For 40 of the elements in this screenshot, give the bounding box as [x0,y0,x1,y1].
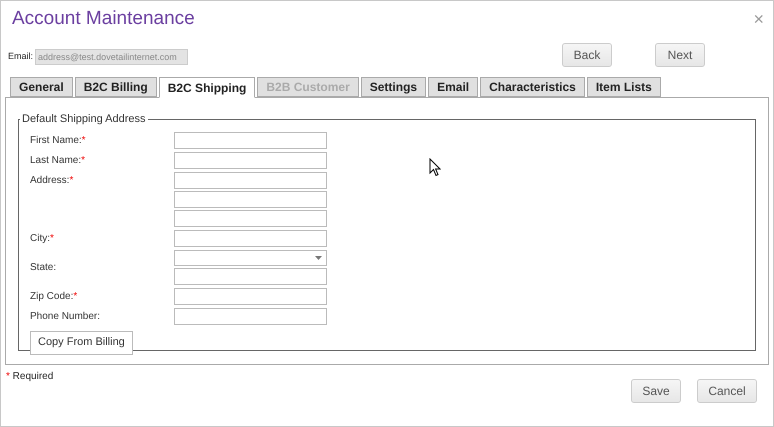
field-label: Address: [30,174,70,188]
tab[interactable]: B2C Shipping [158,77,256,98]
field-label: First Name: [30,134,82,148]
input-field[interactable] [174,288,327,304]
input-field[interactable] [174,308,327,324]
save-button[interactable]: Save [631,379,681,403]
field-label: Phone Number: [30,310,100,324]
required-mark: * [73,290,78,304]
group-legend: Default Shipping Address [20,111,148,128]
required-mark: * [50,232,54,246]
tab[interactable]: General [10,77,73,97]
tab[interactable]: Item Lists [586,77,661,97]
dropdown-arrow-icon [315,256,322,260]
back-button[interactable]: Back [562,43,612,67]
mouse-pointer-icon [429,158,441,177]
tab[interactable]: Settings [360,77,426,97]
window-title: Account Maintenance [12,7,195,31]
required-mark: * [82,134,86,148]
field-label: Last Name: [30,154,82,168]
input-field[interactable] [174,190,327,208]
tab[interactable]: Email [428,77,478,97]
input-field[interactable] [174,230,327,246]
next-button[interactable]: Next [655,43,706,67]
required-mark: * [81,154,86,168]
field-label: State: [30,260,56,274]
input-field[interactable] [174,132,327,148]
copy-from-billing-button[interactable]: Copy From Billing [30,330,133,354]
input-field[interactable] [174,172,327,188]
cancel-button[interactable]: Cancel [697,379,757,403]
input-field[interactable] [174,210,327,226]
field-label: Zip Code: [30,290,74,304]
field-label: City: [30,232,50,246]
required-note: * Required [6,370,54,384]
email-label: Email: [8,50,34,64]
input-field[interactable] [174,268,327,284]
input-field[interactable] [174,152,327,168]
state-dropdown[interactable] [174,250,327,266]
tab[interactable]: Characteristics [480,77,585,97]
tab[interactable]: B2C Billing [74,77,157,97]
required-mark: * [69,174,74,188]
